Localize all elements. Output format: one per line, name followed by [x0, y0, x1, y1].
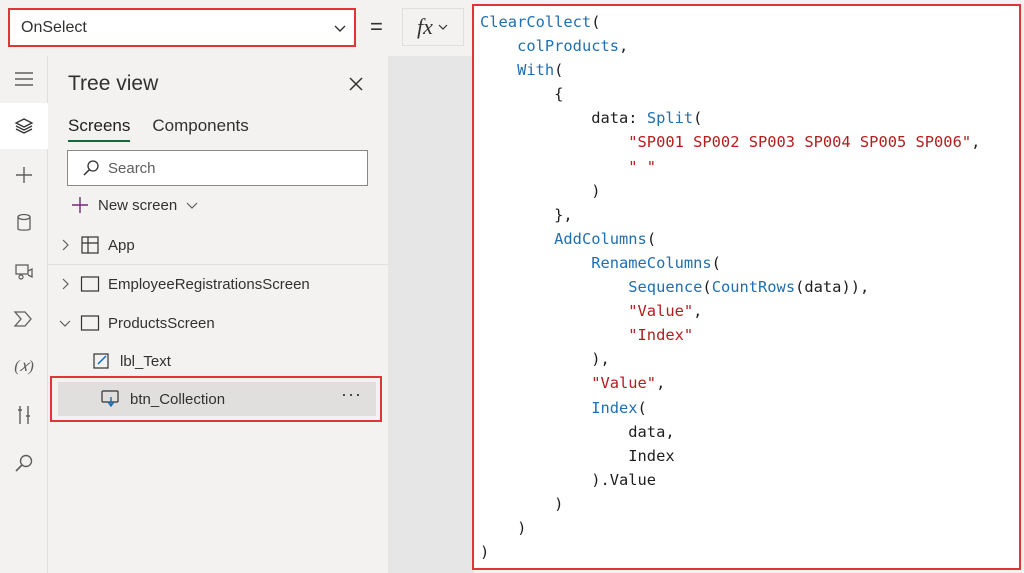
plus-icon — [72, 197, 88, 213]
tree-view-panel: Tree view Screens Components Search New … — [48, 56, 388, 573]
screen-icon — [80, 315, 100, 331]
chevron-right-icon[interactable] — [58, 238, 72, 252]
tab-screens[interactable]: Screens — [68, 116, 131, 142]
tree-node-btn-collection[interactable]: btn_Collection ··· — [58, 382, 376, 416]
tree-node-lbl-text[interactable]: lbl_Text — [48, 342, 388, 380]
new-screen-label: New screen — [98, 196, 178, 214]
screen-icon — [80, 276, 100, 292]
formula-editor[interactable]: ClearCollect( colProducts, With( { data:… — [472, 4, 1021, 570]
label-icon — [93, 353, 109, 369]
code-line: colProducts, — [517, 37, 629, 56]
search-icon[interactable] — [0, 440, 48, 486]
chevron-down-icon — [334, 25, 346, 32]
search-placeholder: Search — [108, 159, 156, 177]
code-line: ClearCollect( — [480, 13, 601, 31]
fx-icon: fx — [417, 14, 433, 39]
tree-view-title: Tree view — [68, 72, 159, 95]
equals-sign: = — [370, 14, 383, 39]
tab-components[interactable]: Components — [152, 116, 248, 142]
tree-node-label: App — [108, 236, 135, 254]
chevron-down-icon — [438, 24, 448, 30]
formula-code: ClearCollect( colProducts, With( { data:… — [480, 10, 980, 564]
code-line: "Value", — [591, 374, 666, 393]
tree-node-label: lbl_Text — [120, 352, 171, 370]
tree-node-label: btn_Collection — [130, 390, 226, 408]
chevron-right-icon[interactable] — [58, 277, 72, 291]
code-line: AddColumns( — [554, 229, 657, 248]
code-line: ) — [480, 181, 601, 200]
tools-icon[interactable] — [0, 392, 48, 438]
tree-tabs: Screens Components — [68, 116, 249, 142]
tree-node-label: ProductsScreen — [108, 314, 215, 332]
code-line: "Value", — [628, 302, 703, 321]
selected-node-highlight: btn_Collection ··· — [50, 376, 382, 422]
tree-node-employee-screen[interactable]: EmployeeRegistrationsScreen — [48, 265, 388, 303]
left-rail: (𝑥) — [0, 56, 48, 573]
code-line: ) — [480, 518, 527, 537]
code-line: "SP001 SP002 SP003 SP004 SP005 SP006", — [628, 133, 981, 152]
code-line: Index — [628, 446, 675, 465]
fx-button[interactable]: fx — [402, 8, 464, 46]
property-value: OnSelect — [21, 18, 87, 36]
search-icon — [83, 160, 99, 176]
code-line: ) — [480, 543, 490, 562]
code-line: With( — [517, 61, 564, 80]
code-line: " " — [628, 157, 657, 176]
code-line: data, — [628, 422, 675, 441]
media-icon[interactable] — [0, 248, 48, 294]
code-line: "Index" — [628, 326, 694, 345]
more-options-icon[interactable]: ··· — [341, 384, 362, 405]
code-line: data: Split( — [591, 109, 703, 128]
close-icon[interactable] — [346, 74, 366, 94]
property-dropdown[interactable]: OnSelect — [8, 8, 356, 47]
app-icon — [81, 236, 99, 254]
code-line: { — [480, 85, 564, 104]
tree-node-app[interactable]: App — [48, 226, 388, 264]
plus-icon[interactable] — [0, 152, 48, 198]
code-line: ), — [480, 350, 610, 369]
code-line: RenameColumns( — [591, 253, 721, 272]
code-line: Sequence(CountRows(data)), — [628, 278, 870, 297]
code-line: ).Value — [480, 470, 657, 489]
layers-icon[interactable] — [0, 103, 48, 149]
tree-node-products-screen[interactable]: ProductsScreen — [48, 304, 388, 342]
database-icon[interactable] — [0, 200, 48, 246]
button-icon — [101, 390, 119, 408]
power-automate-icon[interactable] — [0, 296, 48, 342]
code-line: ) — [480, 494, 564, 513]
hamburger-icon[interactable] — [0, 56, 48, 102]
variables-icon[interactable]: (𝑥) — [0, 344, 48, 390]
tree-search-input[interactable]: Search — [67, 150, 368, 186]
chevron-down-icon[interactable] — [58, 316, 72, 330]
tree-node-label: EmployeeRegistrationsScreen — [108, 275, 310, 293]
canvas-area — [388, 56, 474, 573]
code-line: Index( — [591, 398, 647, 417]
code-line: }, — [480, 205, 573, 224]
new-screen-button[interactable]: New screen — [70, 195, 199, 215]
property-dropdown-inner: OnSelect — [15, 14, 349, 41]
chevron-down-icon — [186, 202, 198, 209]
